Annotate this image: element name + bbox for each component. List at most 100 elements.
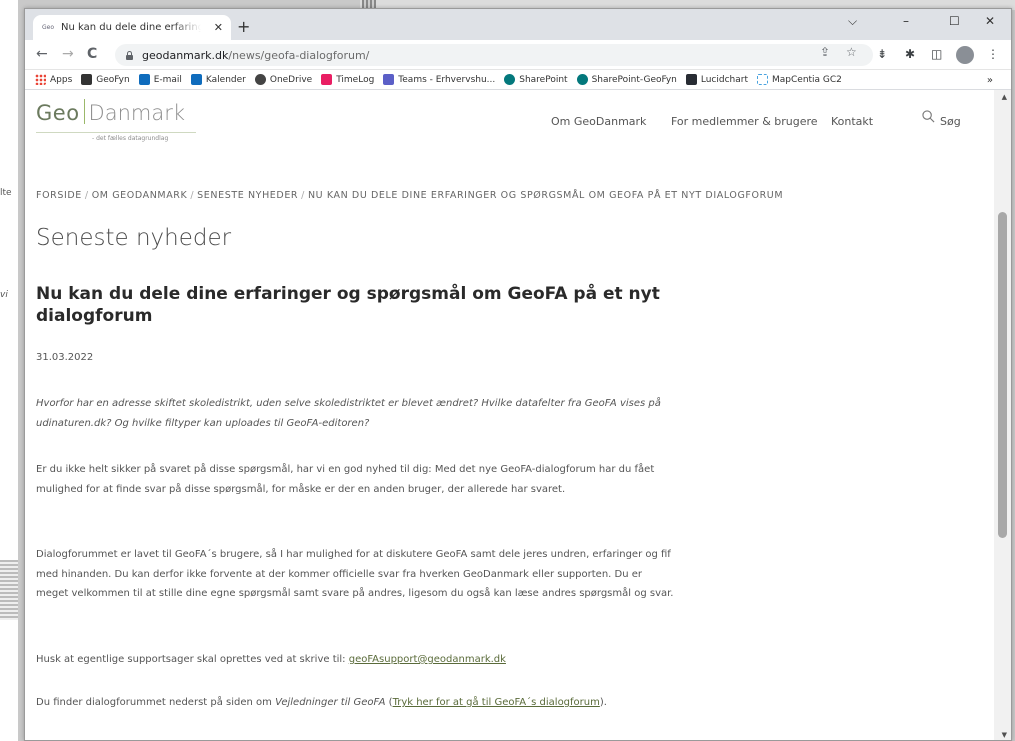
- paren-close: ).: [599, 697, 607, 708]
- dialogforum-link[interactable]: Tryk her for at gå til GeoFA´s dialogfor…: [393, 697, 600, 708]
- guide-title: Vejledninger til GeoFA: [275, 697, 386, 708]
- lucidchart-icon: [685, 74, 697, 85]
- profile-avatar[interactable]: [956, 46, 974, 64]
- maximize-button[interactable]: ☐: [949, 14, 960, 28]
- scrollbar-thumb[interactable]: [998, 212, 1007, 538]
- tab-strip: Geo Nu kan du dele dine erfaringer og sp…: [25, 9, 1011, 40]
- article-intro: Hvorfor har en adresse skiftet skoledist…: [36, 398, 661, 429]
- scroll-up-arrow-icon[interactable]: ▲: [1002, 93, 1007, 101]
- bookmark-timelog[interactable]: TimeLog: [321, 74, 374, 85]
- logo-divider: [83, 99, 85, 124]
- geofyn-icon: [81, 74, 93, 85]
- sharepoint-icon: [576, 74, 588, 85]
- article-paragraph: Er du ikke helt sikker på svaret på diss…: [36, 464, 655, 495]
- bookmark-label: TimeLog: [336, 74, 375, 85]
- bookmark-email[interactable]: E-mail: [138, 74, 182, 85]
- tab-title: Nu kan du dele dine erfaringer og spørgs…: [61, 22, 201, 33]
- browser-menu-icon[interactable]: ⋮: [987, 47, 999, 61]
- bookmarks-overflow-icon[interactable]: »: [987, 75, 993, 86]
- bookmark-label: Teams - Erhvervshu...: [398, 74, 496, 85]
- breadcrumb: FORSIDE / OM GEODANMARK / SENESTE NYHEDER / NU…: [36, 190, 783, 201]
- logo-underline: [36, 132, 196, 133]
- bookmark-label: OneDrive: [269, 74, 313, 85]
- bookmarks-bar: Apps GeoFyn E-mail Kalender OneDrive Tim…: [25, 70, 1011, 90]
- forward-button[interactable]: →: [62, 46, 74, 62]
- side-panel-icon[interactable]: ◫: [931, 47, 942, 61]
- bookmark-geofyn[interactable]: GeoFyn: [81, 74, 130, 85]
- new-tab-button[interactable]: +: [237, 17, 250, 36]
- address-bar[interactable]: geodanmark.dk /news/geofa-dialogforum/: [115, 44, 873, 66]
- outlook-icon: [138, 74, 150, 85]
- nav-om-geodanmark[interactable]: Om GeoDanmark: [551, 115, 646, 128]
- bookmark-label: GeoFyn: [96, 74, 130, 85]
- article-title: Nu kan du dele dine erfaringer og spørgs…: [36, 284, 660, 326]
- bookmark-sharepoint-geofyn[interactable]: SharePoint-GeoFyn: [576, 74, 677, 85]
- paren-open: (: [385, 697, 393, 708]
- article-paragraph: Dialogforummet er lavet til GeoFA´s brug…: [36, 549, 674, 599]
- breadcrumb-om-geodanmark[interactable]: OM GEODANMARK: [92, 190, 188, 201]
- bookmark-label: Kalender: [205, 74, 246, 85]
- bookmark-label: MapCentia GC2: [772, 74, 842, 85]
- support-text: Husk at egentlige supportsager skal opre…: [36, 654, 349, 665]
- browser-toolbar: ← → C geodanmark.dk /news/geofa-dialogfo…: [25, 40, 1011, 70]
- nav-kontakt[interactable]: Kontakt: [831, 115, 873, 128]
- web-page: Geo Danmark - det fælles datagrundlag Om …: [25, 90, 995, 740]
- extension-icon[interactable]: ⇟: [877, 47, 887, 61]
- scroll-down-arrow-icon[interactable]: ▼: [1002, 731, 1007, 739]
- apps-grid-icon: [35, 74, 46, 85]
- extensions-puzzle-icon[interactable]: ✱: [905, 47, 915, 61]
- bookmark-label: Apps: [50, 74, 73, 85]
- back-button[interactable]: ←: [36, 46, 48, 62]
- breadcrumb-separator: /: [190, 190, 195, 201]
- support-email-link[interactable]: geoFAsupport@geodanmark.dk: [349, 654, 506, 665]
- browser-window: Geo Nu kan du dele dine erfaringer og sp…: [24, 8, 1012, 741]
- site-favicon-icon: Geo: [41, 24, 54, 31]
- close-window-button[interactable]: ✕: [985, 14, 995, 28]
- bookmark-teams[interactable]: Teams - Erhvervshu...: [383, 74, 495, 85]
- tab-search-chevron-icon[interactable]: ⌵: [848, 14, 857, 29]
- logo-danmark: Danmark: [88, 101, 186, 125]
- minimize-button[interactable]: –: [903, 14, 909, 28]
- background-stripe: [0, 560, 18, 620]
- background-window: [0, 0, 18, 741]
- nav-medlemmer-brugere[interactable]: For medlemmer & brugere: [671, 115, 818, 128]
- reload-button[interactable]: C: [87, 46, 97, 62]
- onedrive-icon: [254, 74, 266, 85]
- bookmark-star-icon[interactable]: ☆: [846, 45, 857, 59]
- bookmark-label: E-mail: [153, 74, 182, 85]
- bookmark-label: Lucidchart: [700, 74, 748, 85]
- background-text-fragment: vi: [0, 290, 8, 300]
- tab-close-icon[interactable]: ✕: [214, 21, 223, 34]
- search-icon[interactable]: [922, 110, 935, 123]
- bookmark-onedrive[interactable]: OneDrive: [254, 74, 313, 85]
- url-host: geodanmark.dk: [142, 48, 229, 62]
- bookmark-apps[interactable]: Apps: [35, 74, 72, 85]
- logo-geo: Geo: [36, 101, 80, 125]
- sharepoint-icon: [504, 74, 516, 85]
- breadcrumb-separator: /: [84, 190, 89, 201]
- bookmark-sharepoint[interactable]: SharePoint: [504, 74, 568, 85]
- geodanmark-logo[interactable]: Geo Danmark - det fælles datagrundlag: [36, 99, 196, 142]
- page-scrollbar[interactable]: ▲ ▼: [994, 90, 1011, 740]
- article-paragraph: Husk at egentlige supportsager skal opre…: [36, 650, 676, 670]
- share-icon[interactable]: ⇪: [820, 45, 830, 59]
- bookmark-label: SharePoint-GeoFyn: [591, 74, 677, 85]
- breadcrumb-current: NU KAN DU DELE DINE ERFARINGER OG SPØRGS…: [307, 190, 784, 201]
- bookmark-lucidchart[interactable]: Lucidchart: [685, 74, 748, 85]
- breadcrumb-separator: /: [301, 190, 305, 201]
- article-paragraph: Du finder dialogforummet nederst på side…: [36, 693, 676, 713]
- bookmark-mapcentia[interactable]: MapCentia GC2: [757, 74, 842, 85]
- breadcrumb-seneste-nyheder[interactable]: SENESTE NYHEDER: [197, 190, 298, 201]
- teams-icon: [383, 74, 395, 85]
- lock-icon[interactable]: [125, 50, 134, 60]
- logo-tagline: - det fælles datagrundlag: [92, 135, 169, 142]
- calendar-icon: [190, 74, 202, 85]
- search-button-label[interactable]: Søg: [940, 115, 961, 128]
- forum-text: Du finder dialogforummet nederst på side…: [36, 697, 276, 708]
- bookmark-kalender[interactable]: Kalender: [190, 74, 246, 85]
- breadcrumb-forside[interactable]: FORSIDE: [36, 190, 82, 201]
- browser-tab-active[interactable]: Geo Nu kan du dele dine erfaringer og sp…: [33, 15, 231, 40]
- mapcentia-icon: [757, 74, 768, 85]
- url-path: /news/geofa-dialogforum/: [228, 48, 370, 62]
- bookmark-label: SharePoint: [519, 74, 568, 85]
